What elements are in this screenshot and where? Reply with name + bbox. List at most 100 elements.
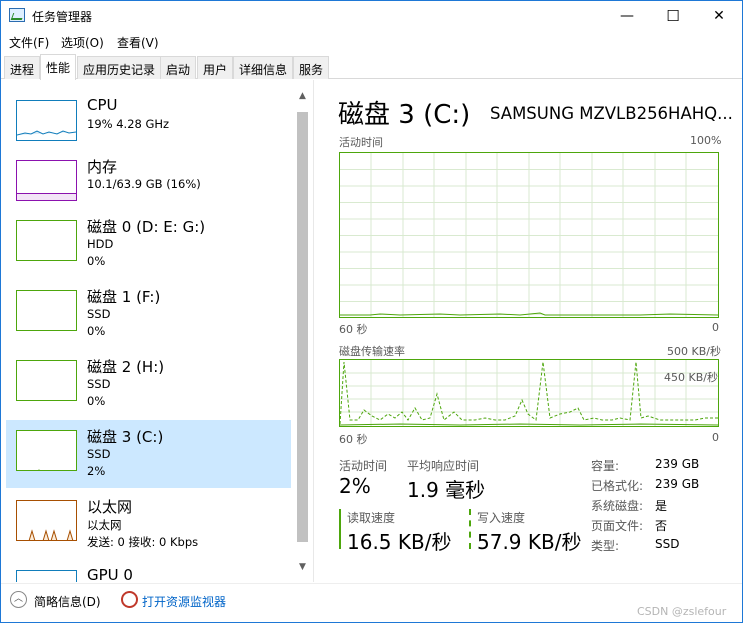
transfer-graph-label: 磁盘传输速率	[339, 345, 405, 358]
info-capacity-key: 容量:	[591, 459, 620, 473]
tab-app-history[interactable]: 应用历史记录	[77, 56, 162, 79]
open-resource-monitor-link[interactable]: 打开资源监视器	[142, 593, 226, 610]
chevron-up-icon[interactable]: ︿	[10, 591, 27, 608]
info-system-disk-key: 系统磁盘:	[591, 499, 644, 513]
resource-gpu-0[interactable]: GPU 0	[6, 560, 291, 582]
read-speed-label: 读取速度	[347, 511, 396, 525]
resource-name: 磁盘 0 (D: E: G:)	[87, 218, 206, 236]
window-title: 任务管理器	[32, 10, 93, 24]
resource-list: CPU 19% 4.28 GHz 内存 10.1/63.9 GB (16%) 磁…	[1, 80, 314, 582]
maximize-button[interactable]: ☐	[650, 1, 696, 31]
transfer-graph-max: 500 KB/秒	[667, 345, 721, 358]
resource-disk-2[interactable]: 磁盘 2 (H:) SSD 0%	[6, 350, 291, 418]
title-bar[interactable]: 任务管理器 — ☐ ✕	[1, 1, 742, 31]
activity-graph-time: 60 秒	[339, 323, 368, 336]
disk-thumbnail-graph	[16, 360, 77, 401]
transfer-rate-graph: 450 KB/秒	[339, 359, 719, 427]
transfer-graph-scale-label: 450 KB/秒	[664, 371, 718, 384]
task-manager-app-icon	[9, 8, 25, 22]
resource-usage: 0%	[87, 324, 106, 338]
response-time-value: 1.9 毫秒	[407, 478, 486, 502]
close-button[interactable]: ✕	[696, 1, 742, 31]
resource-name: GPU 0	[87, 566, 133, 582]
info-formatted-value: 239 GB	[655, 477, 700, 491]
cpu-thumbnail-graph	[16, 100, 77, 141]
menu-view[interactable]: 查看(V)	[117, 34, 159, 51]
resource-disk-0[interactable]: 磁盘 0 (D: E: G:) HDD 0%	[6, 210, 291, 278]
resource-type: SSD	[87, 447, 111, 461]
menu-bar: 文件(F) 选项(O) 查看(V)	[1, 31, 742, 52]
menu-file[interactable]: 文件(F)	[9, 34, 49, 51]
resource-adapter: 以太网	[87, 518, 122, 532]
info-system-disk-value: 是	[655, 499, 668, 513]
tab-details[interactable]: 详细信息	[233, 56, 294, 79]
resource-memory[interactable]: 内存 10.1/63.9 GB (16%)	[6, 150, 291, 218]
scroll-up-arrow-icon[interactable]: ▲	[294, 88, 311, 104]
gpu-thumbnail-graph	[16, 570, 77, 582]
active-time-value: 2%	[339, 474, 371, 498]
memory-thumbnail-graph	[16, 160, 77, 201]
scrollbar-thumb[interactable]	[297, 112, 308, 542]
disk-thumbnail-graph	[16, 220, 77, 261]
read-speed-indicator	[339, 509, 341, 549]
info-capacity-value: 239 GB	[655, 457, 700, 471]
footer-bar: ︿ 简略信息(D) 打开资源监视器	[1, 583, 742, 623]
info-type-value: SSD	[655, 537, 680, 551]
resource-name: 磁盘 3 (C:)	[87, 428, 164, 446]
tab-startup[interactable]: 启动	[160, 56, 197, 79]
resource-disk-3[interactable]: 磁盘 3 (C:) SSD 2%	[6, 420, 291, 488]
menu-options[interactable]: 选项(O)	[61, 34, 104, 51]
task-manager-window: 任务管理器 — ☐ ✕ 文件(F) 选项(O) 查看(V) 进程 性能 应用历史…	[0, 0, 743, 623]
disk-model: SAMSUNG MZVLB256HAHQ...	[490, 104, 733, 123]
active-time-label: 活动时间	[339, 459, 388, 473]
disk-thumbnail-graph	[16, 430, 77, 471]
resource-name: 以太网	[87, 498, 133, 516]
write-speed-value: 57.9 KB/秒	[477, 530, 582, 554]
resource-list-scrollbar[interactable]: ▲ ▼	[294, 88, 311, 575]
resource-detail: 10.1/63.9 GB (16%)	[87, 177, 201, 191]
info-formatted-key: 已格式化:	[591, 479, 644, 493]
resource-disk-1[interactable]: 磁盘 1 (F:) SSD 0%	[6, 280, 291, 348]
disk-detail-panel: 磁盘 3 (C:) SAMSUNG MZVLB256HAHQ... 活动时间 1…	[315, 80, 742, 582]
transfer-graph-time: 60 秒	[339, 433, 368, 446]
watermark: CSDN @zslefour	[637, 605, 727, 618]
resource-monitor-icon[interactable]	[121, 591, 138, 608]
resource-cpu[interactable]: CPU 19% 4.28 GHz	[6, 90, 291, 158]
activity-time-graph	[339, 152, 719, 318]
info-page-file-key: 页面文件:	[591, 519, 644, 533]
read-speed-value: 16.5 KB/秒	[347, 530, 452, 554]
response-time-label: 平均响应时间	[407, 459, 480, 473]
scroll-down-arrow-icon[interactable]: ▼	[294, 559, 311, 575]
activity-graph-label: 活动时间	[339, 136, 383, 149]
tab-strip: 进程 性能 应用历史记录 启动 用户 详细信息 服务	[1, 54, 742, 80]
tab-services[interactable]: 服务	[293, 56, 330, 79]
minimize-button[interactable]: —	[604, 1, 650, 31]
tab-users[interactable]: 用户	[197, 56, 234, 79]
activity-graph-zero: 0	[712, 321, 719, 334]
write-speed-label: 写入速度	[477, 511, 526, 525]
resource-throughput: 发送: 0 接收: 0 Kbps	[87, 535, 199, 549]
transfer-graph-zero: 0	[712, 431, 719, 444]
resource-type: HDD	[87, 237, 114, 251]
resource-detail: 19% 4.28 GHz	[87, 117, 170, 131]
resource-name: 磁盘 2 (H:)	[87, 358, 165, 376]
write-speed-indicator	[469, 509, 471, 549]
resource-usage: 2%	[87, 464, 106, 478]
resource-name: 内存	[87, 158, 118, 176]
resource-usage: 0%	[87, 254, 106, 268]
resource-type: SSD	[87, 377, 111, 391]
disk-thumbnail-graph	[16, 290, 77, 331]
detail-title: 磁盘 3 (C:)	[338, 100, 471, 130]
tab-performance[interactable]: 性能	[40, 54, 77, 80]
info-type-key: 类型:	[591, 539, 620, 553]
resource-usage: 0%	[87, 394, 106, 408]
resource-type: SSD	[87, 307, 111, 321]
tab-processes[interactable]: 进程	[4, 56, 41, 79]
activity-graph-max: 100%	[690, 134, 722, 147]
resource-name: CPU	[87, 96, 118, 114]
resource-ethernet[interactable]: 以太网 以太网 发送: 0 接收: 0 Kbps	[6, 490, 291, 558]
ethernet-thumbnail-graph	[16, 500, 77, 541]
info-page-file-value: 否	[655, 519, 668, 533]
resource-name: 磁盘 1 (F:)	[87, 288, 161, 306]
fewer-details-button[interactable]: 简略信息(D)	[34, 593, 101, 610]
